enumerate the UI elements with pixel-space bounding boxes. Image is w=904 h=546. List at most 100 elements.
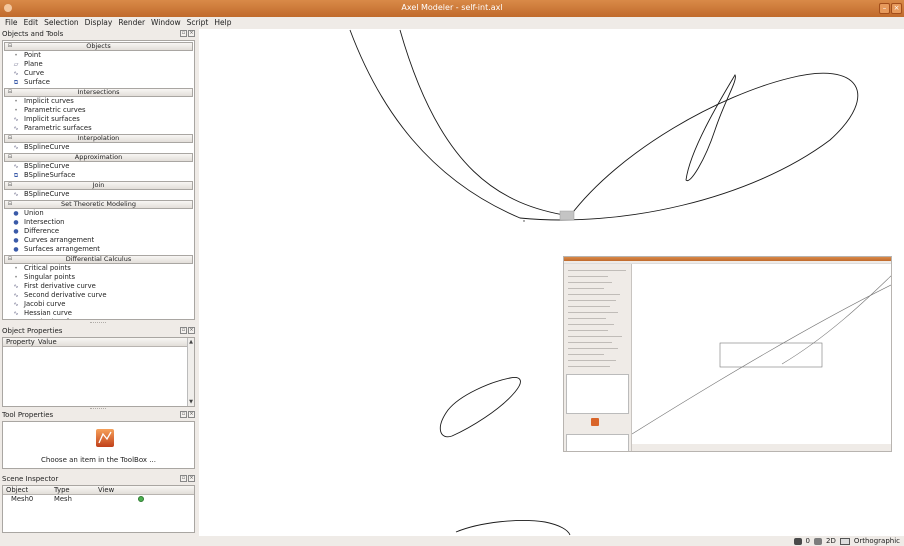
toolbox-item-label: Point [24,51,41,59]
toolbox-item[interactable]: ∿ BSplineCurve [3,143,194,152]
column-value[interactable]: Value [35,338,57,346]
collapse-icon[interactable]: ⊟ [7,257,13,262]
toolbox-item-label: Parametric curves [24,106,86,114]
toolbox-item[interactable]: ∿ Implicit surfaces [3,115,194,124]
section-header[interactable]: ⊟ Approximation [4,153,193,162]
close-icon[interactable]: × [891,3,902,14]
minimize-icon[interactable]: – [879,3,890,14]
toolbox-item-label: Surface [24,78,50,86]
toolbox-item-label: Curves arrangement [24,236,95,244]
collapse-icon[interactable]: ⊟ [7,183,13,188]
menu-render[interactable]: Render [115,17,148,29]
projection-icon[interactable] [839,537,850,545]
toolbox-item[interactable]: ∿ BSplineCurve [3,162,194,171]
toolbox-item[interactable]: • Parametric curves [3,106,194,115]
visibility-toggle[interactable] [95,495,144,504]
toolbox-item[interactable]: ● Difference [3,227,194,236]
window-titlebar: Axel Modeler - self-int.axl – × [0,0,904,17]
table-row[interactable]: Mesh0 Mesh [3,495,194,504]
toolbox-item[interactable]: ∿ First derivative curve [3,282,194,291]
close-icon[interactable]: × [188,30,195,37]
close-icon[interactable]: × [188,327,195,334]
control-point-marker[interactable] [559,210,575,221]
menu-file[interactable]: File [2,17,21,29]
projection-label[interactable]: Orthographic [854,536,900,546]
toolbox-item[interactable]: ∿ Parametric surfaces [3,124,194,133]
section-header[interactable]: ⊟ Intersections [4,88,193,97]
scroll-down-icon[interactable]: ▼ [188,399,194,405]
float-icon[interactable]: ▫ [180,411,187,418]
toolbox-item[interactable]: ▱ Plane [3,60,194,69]
tool-properties-box: Choose an item in the ToolBox ... [2,421,195,469]
section-header[interactable]: ⊟ Objects [4,42,193,51]
section-header[interactable]: ⊟ Differential Calculus [4,255,193,264]
menu-window[interactable]: Window [148,17,184,29]
section-title: Set Theoretic Modeling [61,200,136,208]
column-view[interactable]: View [95,486,114,494]
curve-icon: ∿ [13,283,19,290]
objects-tools-title: Objects and Tools [2,30,64,38]
section-title: Join [92,181,105,189]
menu-edit[interactable]: Edit [21,17,42,29]
section-header[interactable]: ⊟ Interpolation [4,134,193,143]
toolbox-item[interactable]: ● Union [3,209,194,218]
close-icon[interactable]: × [188,475,195,482]
window-title: Axel Modeler - self-int.axl [401,3,503,12]
toolbox-item[interactable]: ∿ Hessian curve [3,309,194,318]
toolbox-item[interactable]: ∿ BSplineCurve [3,190,194,199]
float-icon[interactable]: ▫ [180,30,187,37]
toolbox-item-label: First derivative curve [24,282,96,290]
toolbox-item[interactable]: • Singular points [3,273,194,282]
point-icon: • [14,107,18,114]
collapse-icon[interactable]: ⊟ [7,44,13,49]
count-a: 0 [805,537,811,545]
point-icon: • [14,265,18,272]
toolbox-item[interactable]: ∿ Jacobi curve [3,300,194,309]
toolbox-item-label: BSplineCurve [24,162,70,170]
inset-viewport [632,264,891,446]
menu-display[interactable]: Display [82,17,116,29]
toolbox-item[interactable]: • Critical points [3,264,194,273]
close-icon[interactable]: × [188,411,195,418]
scrollbar[interactable]: ▲ ▼ [187,338,194,406]
toolbox-item[interactable]: • Point [3,51,194,60]
collapse-icon[interactable]: ⊟ [7,90,13,95]
visible-eye-icon[interactable] [138,496,144,502]
toolbox-item[interactable]: ∿ Second derivative curve [3,291,194,300]
tool-properties-header: Tool Properties ▫ × [0,410,197,420]
scroll-up-icon[interactable]: ▲ [188,339,194,345]
float-icon[interactable]: ▫ [180,475,187,482]
toolbox-item[interactable]: ∿ Curve [3,69,194,78]
column-property[interactable]: Property [3,338,35,346]
collapse-icon[interactable]: ⊟ [7,136,13,141]
mode-label[interactable]: 2D [826,536,836,546]
toolbox-item[interactable]: ⧉Graphed surface [3,318,194,319]
toolbox-item[interactable]: ⧉ BSplineSurface [3,171,194,180]
sphere-icon: ● [13,210,19,217]
render-count-icon[interactable] [793,537,802,545]
float-icon[interactable]: ▫ [180,327,187,334]
toolbox-item[interactable]: ● Intersection [3,218,194,227]
section-header[interactable]: ⊟ Set Theoretic Modeling [4,200,193,209]
splitter[interactable] [90,322,106,324]
curve-icon: ∿ [13,301,19,308]
toolbox-item[interactable]: ● Surfaces arrangement [3,245,194,254]
collapse-icon[interactable]: ⊟ [7,202,13,207]
toolbox-item-label: Singular points [24,273,76,281]
camera-icon[interactable] [814,537,823,545]
section-header[interactable]: ⊟ Join [4,181,193,190]
column-type[interactable]: Type [51,486,95,494]
scene-inspector-title: Scene Inspector [2,475,59,483]
table-header: Object Type View [3,486,194,495]
menu-script[interactable]: Script [184,17,212,29]
objects-tools-header: Objects and Tools ▫ × [0,29,197,39]
surface-icon: ⧉ [11,318,21,319]
menu-help[interactable]: Help [211,17,234,29]
toolbox-item[interactable]: • Implicit curves [3,97,194,106]
menu-selection[interactable]: Selection [41,17,82,29]
toolbox-item-label: Hessian curve [24,309,72,317]
column-object[interactable]: Object [3,486,51,494]
toolbox-item[interactable]: ⧉ Surface [3,78,194,87]
toolbox-item[interactable]: ● Curves arrangement [3,236,194,245]
collapse-icon[interactable]: ⊟ [7,155,13,160]
